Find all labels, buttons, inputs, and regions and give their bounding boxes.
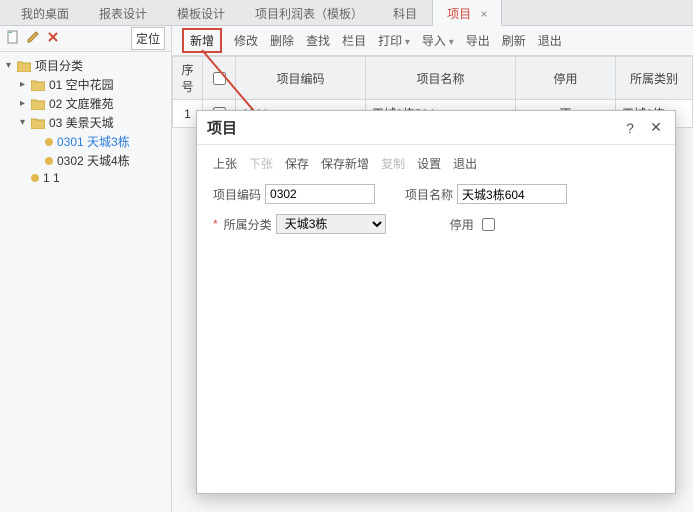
col-code[interactable]: 项目编码 — [236, 57, 366, 100]
folder-icon — [17, 60, 31, 72]
next-button: 下张 — [249, 155, 273, 172]
exit-button[interactable]: 退出 — [538, 32, 562, 49]
tab-label: 科目 — [393, 7, 417, 21]
field-disabled: 停用 — [450, 215, 498, 234]
tree-label: 03 美景天城 — [49, 114, 114, 131]
code-input[interactable] — [265, 184, 375, 204]
dialog-header: 项目 ? ✕ — [197, 111, 675, 145]
caret-down-icon: ▾ — [18, 117, 27, 128]
tab-report-design[interactable]: 报表设计 — [84, 0, 162, 26]
settings-button[interactable]: 设置 — [417, 155, 441, 172]
tab-label: 项目 — [447, 7, 471, 21]
close-icon[interactable]: × — [480, 7, 487, 21]
caret-right-icon: ▸ — [18, 79, 27, 90]
folder-icon — [31, 117, 45, 129]
field-category: * 所属分类 天城3栋 — [213, 214, 386, 234]
tree-node-03[interactable]: ▾ 03 美景天城 — [4, 113, 167, 132]
name-label: 项目名称 — [405, 186, 453, 203]
select-all-checkbox[interactable] — [213, 72, 226, 85]
save-new-button[interactable]: 保存新增 — [321, 155, 369, 172]
col-disabled[interactable]: 停用 — [516, 57, 616, 100]
top-tabs: 我的桌面 报表设计 模板设计 项目利润表（模板） 科目 项目 × — [0, 0, 693, 26]
folder-icon — [31, 98, 45, 110]
edit-icon[interactable] — [26, 30, 40, 47]
tab-label: 报表设计 — [99, 7, 147, 21]
code-label: 项目编码 — [213, 186, 261, 203]
tree-label: 01 空中花园 — [49, 76, 114, 93]
caret-down-icon: ▾ — [4, 60, 13, 71]
leaf-icon — [45, 138, 53, 146]
delete-button[interactable]: 删除 — [270, 32, 294, 49]
prev-button[interactable]: 上张 — [213, 155, 237, 172]
name-input[interactable] — [457, 184, 567, 204]
export-button[interactable]: 导出 — [466, 32, 490, 49]
help-icon[interactable]: ? — [621, 120, 639, 136]
import-dropdown[interactable]: 导入 — [422, 32, 454, 49]
tree-root[interactable]: ▾ 项目分类 — [4, 56, 167, 75]
caret-right-icon: ▸ — [18, 98, 27, 109]
tree-leaf-11[interactable]: 1 1 — [4, 170, 167, 186]
refresh-button[interactable]: 刷新 — [502, 32, 526, 49]
category-label: 所属分类 — [224, 216, 272, 233]
tab-label: 项目利润表（模板） — [255, 7, 363, 21]
field-name: 项目名称 — [405, 184, 567, 204]
tab-label: 我的桌面 — [21, 7, 69, 21]
folder-icon — [31, 79, 45, 91]
edit-button[interactable]: 修改 — [234, 32, 258, 49]
tab-template-design[interactable]: 模板设计 — [162, 0, 240, 26]
new-button[interactable]: 新增 — [182, 28, 222, 53]
tree-leaf-0302[interactable]: 0302 天城4栋 — [4, 151, 167, 170]
tree-leaf-0301[interactable]: 0301 天城3栋 — [4, 132, 167, 151]
dialog-exit-button[interactable]: 退出 — [453, 155, 477, 172]
tree-label: 1 1 — [43, 171, 60, 185]
tree-node-02[interactable]: ▸ 02 文庭雅苑 — [4, 94, 167, 113]
category-select[interactable]: 天城3栋 — [276, 214, 386, 234]
category-tree: ▾ 项目分类 ▸ 01 空中花园 ▸ 02 文庭雅苑 ▾ 03 美景天城 — [0, 52, 171, 190]
tree-label: 项目分类 — [35, 57, 83, 74]
save-button[interactable]: 保存 — [285, 155, 309, 172]
sidebar-toolbar: 定位 — [0, 26, 171, 52]
dialog-title: 项目 — [207, 117, 237, 138]
tree-label: 02 文庭雅苑 — [49, 95, 114, 112]
col-checkbox[interactable] — [203, 57, 236, 100]
leaf-icon — [45, 157, 53, 165]
grid-header-row: 序号 项目编码 项目名称 停用 所属类别 — [173, 57, 693, 100]
tab-subject[interactable]: 科目 — [378, 0, 432, 26]
tab-desktop[interactable]: 我的桌面 — [6, 0, 84, 26]
tab-project[interactable]: 项目 × — [432, 0, 502, 26]
col-category[interactable]: 所属类别 — [616, 57, 693, 100]
col-name[interactable]: 项目名称 — [366, 57, 516, 100]
tree-node-01[interactable]: ▸ 01 空中花园 — [4, 75, 167, 94]
column-button[interactable]: 栏目 — [342, 32, 366, 49]
field-code: 项目编码 — [213, 184, 375, 204]
tab-label: 模板设计 — [177, 7, 225, 21]
required-mark: * — [213, 217, 218, 231]
locate-button[interactable]: 定位 — [131, 27, 165, 50]
find-button[interactable]: 查找 — [306, 32, 330, 49]
tab-profit-template[interactable]: 项目利润表（模板） — [240, 0, 378, 26]
tree-label: 0302 天城4栋 — [57, 152, 130, 169]
new-doc-icon[interactable] — [6, 30, 20, 47]
sidebar: 定位 ▾ 项目分类 ▸ 01 空中花园 ▸ 02 文庭雅苑 ▾ 03 美景天城 — [0, 26, 172, 512]
tree-label: 0301 天城3栋 — [57, 133, 130, 150]
disabled-label: 停用 — [450, 216, 474, 233]
delete-icon[interactable] — [46, 30, 60, 47]
close-icon[interactable]: ✕ — [647, 119, 665, 136]
project-dialog: 项目 ? ✕ 上张 下张 保存 保存新增 复制 设置 退出 项目编码 项目名称 … — [196, 110, 676, 494]
dialog-form: 项目编码 项目名称 * 所属分类 天城3栋 停用 — [197, 178, 675, 250]
leaf-icon — [31, 174, 39, 182]
print-dropdown[interactable]: 打印 — [378, 32, 410, 49]
disabled-checkbox[interactable] — [482, 218, 495, 231]
dialog-toolbar: 上张 下张 保存 保存新增 复制 设置 退出 — [197, 145, 675, 178]
col-seq[interactable]: 序号 — [173, 57, 203, 100]
main-toolbar: 新增 修改 删除 查找 栏目 打印 导入 导出 刷新 退出 — [172, 26, 693, 56]
copy-button: 复制 — [381, 155, 405, 172]
